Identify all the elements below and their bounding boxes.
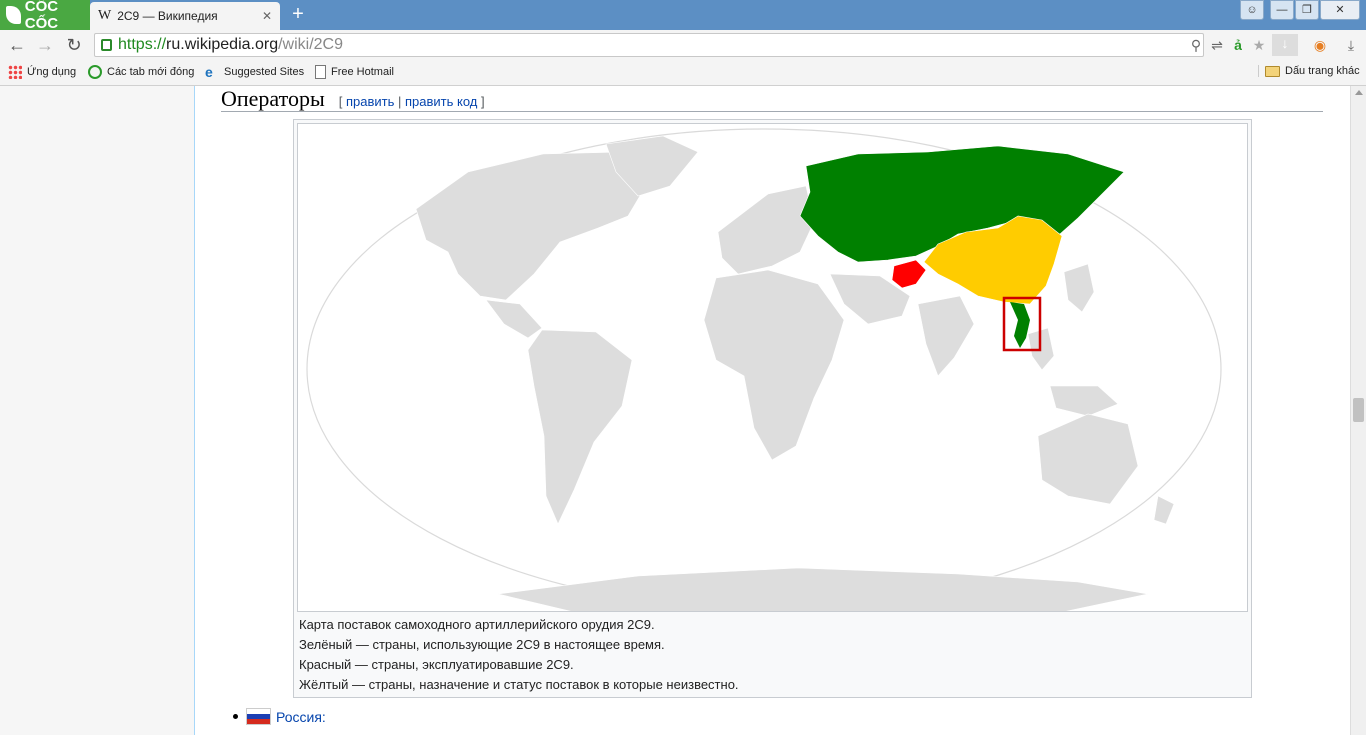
bookmark-free-hotmail[interactable]: Free Hotmail: [315, 65, 394, 79]
folder-icon: [1265, 65, 1280, 77]
other-bookmarks[interactable]: Dấu trang khác: [1258, 65, 1360, 77]
tab-title: 2C9 — Википедия: [117, 9, 218, 23]
tab-close-icon[interactable]: ✕: [262, 9, 272, 23]
zoom-icon[interactable]: ⚲: [1187, 36, 1205, 54]
translate-icon[interactable]: ⇌: [1208, 36, 1226, 54]
page-icon: [315, 65, 326, 79]
bookmark-label: Suggested Sites: [224, 66, 305, 78]
caption-line: Карта поставок самоходного артиллерийско…: [299, 617, 655, 632]
forward-arrow-icon[interactable]: →: [34, 34, 56, 56]
left-sidebar: [0, 86, 195, 735]
downloads-icon[interactable]: ⤓: [1342, 36, 1360, 54]
minimize-button[interactable]: —: [1270, 0, 1294, 20]
caption-line: Жёлтый — страны, назначение и статус пос…: [299, 677, 739, 692]
edit-links: [ править | править код ]: [339, 94, 485, 109]
new-tab-button[interactable]: +: [287, 4, 309, 24]
coccoc-logo[interactable]: CỐC CỐC: [0, 0, 90, 32]
tab-bar: CỐC CỐC W 2C9 — Википедия ✕ + ☺ — ❐ ✕: [0, 0, 1366, 32]
wikipedia-favicon-icon: W: [98, 8, 112, 23]
new-zealand-landmass: [1153, 495, 1175, 525]
recent-tabs-icon: [88, 65, 102, 79]
list-item: Россия:: [233, 708, 326, 725]
other-bookmarks-label: Dấu trang khác: [1285, 65, 1360, 77]
caption-line: Красный — страны, эксплуатировавшие 2С9.: [299, 657, 574, 672]
bookmark-label: Các tab mới đóng: [107, 66, 195, 78]
url-host: ru.wikipedia.org: [166, 36, 279, 53]
bullet-icon: [233, 714, 238, 719]
bookmark-label: Free Hotmail: [331, 66, 394, 78]
edit-separator: |: [394, 94, 405, 109]
apps-grid-icon: [8, 65, 22, 79]
navigation-toolbar: ← → ↻ https:// ru.wikipedia.org /wiki/2C…: [0, 30, 1366, 60]
brand-label: CỐC CỐC: [24, 0, 59, 32]
scrollbar-thumb[interactable]: [1353, 398, 1364, 422]
scroll-up-icon[interactable]: [1355, 90, 1363, 95]
section-heading: Операторы [ править | править код ]: [221, 86, 1323, 112]
reload-icon[interactable]: ↻: [63, 34, 85, 56]
world-map: [306, 128, 1222, 611]
tab-wikipedia[interactable]: W 2C9 — Википедия ✕: [90, 2, 280, 30]
caption-line: Зелёный — страны, использующие 2С9 в нас…: [299, 637, 665, 652]
coccoc-leaf-icon: [6, 6, 21, 24]
edit-bracket-close: ]: [477, 94, 485, 109]
map-caption: Карта поставок самоходного артиллерийско…: [299, 615, 1244, 695]
bookmark-apps[interactable]: Ứng dụng: [8, 65, 76, 79]
close-window-button[interactable]: ✕: [1320, 0, 1360, 20]
url-scheme: https://: [118, 36, 167, 53]
russia-flag-icon: [246, 708, 271, 725]
coccoc-menu-icon[interactable]: ◉: [1311, 36, 1329, 54]
bookmark-recent-tabs[interactable]: Các tab mới đóng: [88, 65, 194, 79]
edit-link[interactable]: править: [346, 94, 394, 109]
download-video-icon[interactable]: ↓: [1272, 34, 1298, 56]
restore-button[interactable]: ❐: [1295, 0, 1319, 20]
profile-button[interactable]: ☺: [1240, 0, 1264, 20]
page-scrollbar[interactable]: [1350, 86, 1366, 735]
map-figure: Карта поставок самоходного артиллерийско…: [293, 119, 1252, 698]
bookmark-label: Ứng dụng: [27, 66, 77, 78]
vietnamese-input-icon[interactable]: ả: [1229, 36, 1247, 54]
bookmarks-bar: Ứng dụng Các tab mới đóng e Suggested Sit…: [0, 60, 1366, 86]
back-arrow-icon[interactable]: ←: [6, 34, 28, 56]
russia-link[interactable]: Россия:: [276, 709, 326, 725]
bookmark-star-icon[interactable]: ★: [1250, 36, 1268, 54]
ie-icon: e: [205, 64, 213, 80]
map-image[interactable]: [297, 123, 1248, 612]
secure-lock-icon: [101, 39, 112, 51]
section-title: Операторы: [221, 86, 325, 111]
edit-bracket-open: [: [338, 94, 346, 109]
address-bar[interactable]: https:// ru.wikipedia.org /wiki/2C9: [94, 33, 1204, 57]
page-content: Операторы [ править | править код ] Карт…: [0, 86, 1350, 735]
bookmark-suggested-sites[interactable]: e Suggested Sites: [205, 65, 304, 79]
url-path: /wiki/2C9: [278, 36, 343, 53]
edit-source-link[interactable]: править код: [405, 94, 477, 109]
